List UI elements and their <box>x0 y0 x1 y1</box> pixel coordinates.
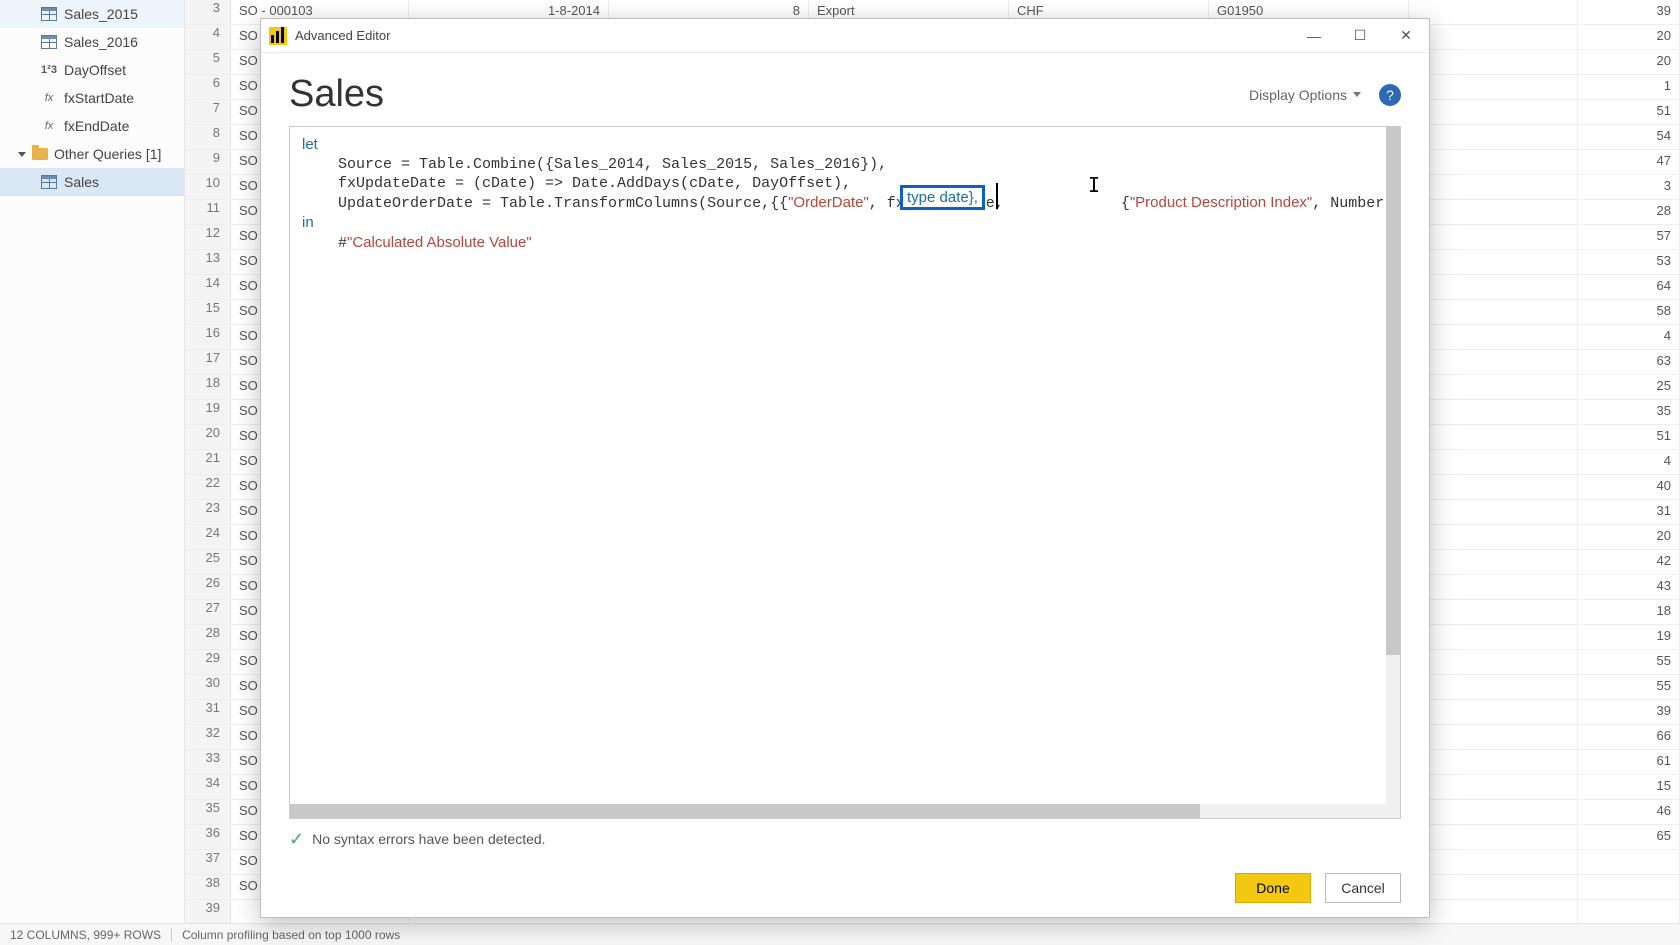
query-label: Sales_2015 <box>64 6 138 22</box>
row-number: 37 <box>185 850 231 874</box>
caret-down-icon <box>1353 92 1361 97</box>
query-item-sales-2016[interactable]: Sales_2016 <box>0 28 184 56</box>
fx-icon: fx <box>40 119 58 133</box>
row-number: 31 <box>185 700 231 724</box>
editor-horizontal-scroll[interactable] <box>290 804 1400 818</box>
query-item-fxstartdate[interactable]: fx fxStartDate <box>0 84 184 112</box>
minimize-button[interactable]: — <box>1291 19 1337 53</box>
row-number: 15 <box>185 300 231 324</box>
maximize-button[interactable]: ☐ <box>1337 19 1383 53</box>
number-icon: 1²3 <box>40 63 58 77</box>
mouse-ibeam-icon: I <box>1088 173 1100 197</box>
row-number: 19 <box>185 400 231 424</box>
row-number: 25 <box>185 550 231 574</box>
row-number: 5 <box>185 50 231 74</box>
display-options-dropdown[interactable]: Display Options <box>1249 87 1361 103</box>
done-button[interactable]: Done <box>1235 873 1311 903</box>
row-number: 34 <box>185 775 231 799</box>
advanced-editor-dialog: Advanced Editor — ☐ ✕ Sales Display Opti… <box>260 18 1430 918</box>
syntax-status-text: No syntax errors have been detected. <box>312 831 545 847</box>
row-number: 17 <box>185 350 231 374</box>
status-profiling: Column profiling based on top 1000 rows <box>182 928 400 942</box>
row-number: 4 <box>185 25 231 49</box>
row-number: 35 <box>185 800 231 824</box>
row-number: 9 <box>185 150 231 174</box>
help-button[interactable]: ? <box>1379 84 1401 106</box>
row-number: 18 <box>185 375 231 399</box>
cancel-button[interactable]: Cancel <box>1325 873 1401 903</box>
folder-label: Other Queries [1] <box>54 146 161 162</box>
row-number: 29 <box>185 650 231 674</box>
dialog-title: Advanced Editor <box>295 28 390 43</box>
row-number: 38 <box>185 875 231 899</box>
dialog-heading: Sales <box>289 73 384 116</box>
editor-vertical-scroll[interactable] <box>1386 127 1400 804</box>
row-number: 3 <box>185 0 231 24</box>
syntax-status: ✓ No syntax errors have been detected. <box>289 825 1401 853</box>
row-number: 27 <box>185 600 231 624</box>
row-number: 6 <box>185 75 231 99</box>
row-number: 23 <box>185 500 231 524</box>
row-number: 20 <box>185 425 231 449</box>
queries-sidebar: Sales_2015 Sales_2016 1²3 DayOffset fx f… <box>0 0 185 923</box>
row-number: 33 <box>185 750 231 774</box>
row-number: 39 <box>185 900 231 924</box>
row-number: 8 <box>185 125 231 149</box>
query-item-sales[interactable]: Sales <box>0 168 184 196</box>
dialog-titlebar[interactable]: Advanced Editor — ☐ ✕ <box>261 19 1429 53</box>
row-number: 36 <box>185 825 231 849</box>
row-number: 21 <box>185 450 231 474</box>
row-number: 7 <box>185 100 231 124</box>
highlight-selection: type date}, <box>900 185 985 210</box>
text-cursor <box>996 183 998 209</box>
row-number: 14 <box>185 275 231 299</box>
query-label: fxStartDate <box>64 90 134 106</box>
row-number: 22 <box>185 475 231 499</box>
row-number: 26 <box>185 575 231 599</box>
row-number: 16 <box>185 325 231 349</box>
query-label: Sales_2016 <box>64 34 138 50</box>
close-button[interactable]: ✕ <box>1383 19 1429 53</box>
fx-icon: fx <box>40 91 58 105</box>
row-number: 11 <box>185 200 231 224</box>
query-label: DayOffset <box>64 62 126 78</box>
row-number: 24 <box>185 525 231 549</box>
query-item-fxenddate[interactable]: fx fxEndDate <box>0 112 184 140</box>
powerbi-icon <box>269 27 287 45</box>
code-editor[interactable]: let Source = Table.Combine({Sales_2014, … <box>289 126 1401 819</box>
display-options-label: Display Options <box>1249 87 1347 103</box>
query-item-dayoffset[interactable]: 1²3 DayOffset <box>0 56 184 84</box>
table-icon <box>40 35 58 49</box>
row-number: 12 <box>185 225 231 249</box>
status-bar: 12 COLUMNS, 999+ ROWS Column profiling b… <box>0 923 1680 945</box>
caret-down-icon <box>18 152 26 157</box>
row-number: 28 <box>185 625 231 649</box>
row-number: 10 <box>185 175 231 199</box>
query-label: Sales <box>64 174 99 190</box>
table-icon <box>40 175 58 189</box>
row-number: 30 <box>185 675 231 699</box>
status-columns: 12 COLUMNS, 999+ ROWS <box>10 928 161 942</box>
row-number: 13 <box>185 250 231 274</box>
row-number: 32 <box>185 725 231 749</box>
folder-icon <box>32 148 48 160</box>
table-icon <box>40 7 58 21</box>
check-icon: ✓ <box>289 829 304 850</box>
folder-other-queries[interactable]: Other Queries [1] <box>0 140 184 168</box>
query-label: fxEndDate <box>64 118 129 134</box>
query-item-sales-2015[interactable]: Sales_2015 <box>0 0 184 28</box>
